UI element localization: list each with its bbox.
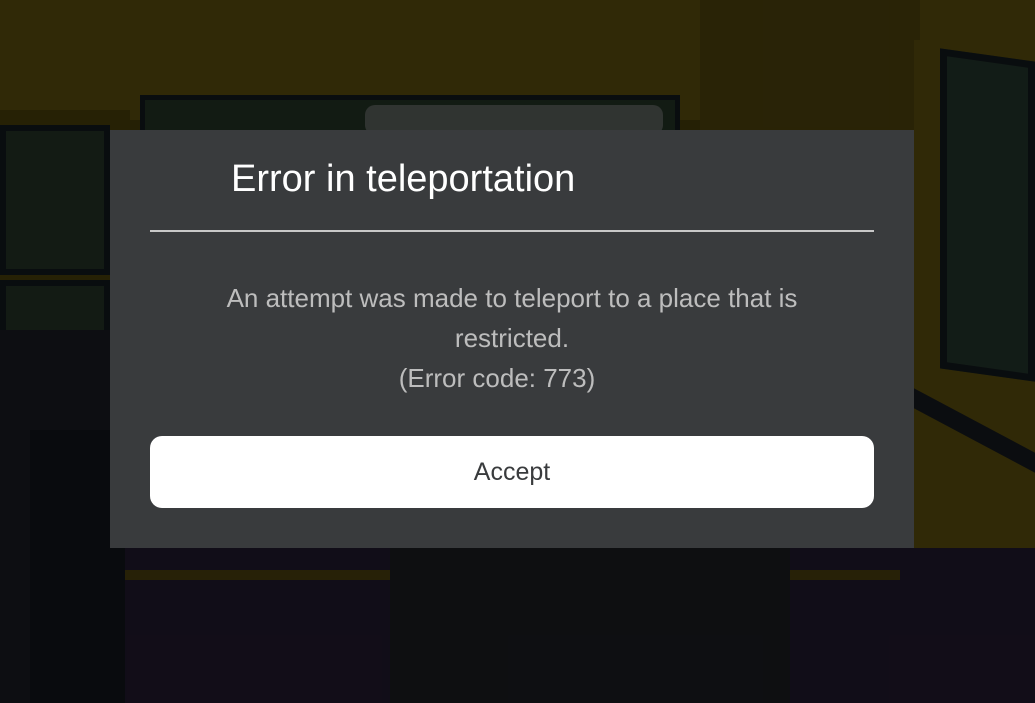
game-viewport: Error in teleportation An attempt was ma… xyxy=(0,0,1035,703)
error-message-line-2: restricted. xyxy=(454,323,570,353)
error-message: An attempt was made to teleport to a pla… xyxy=(150,278,874,398)
title-divider xyxy=(150,230,874,232)
accept-button[interactable]: Accept xyxy=(150,436,874,508)
error-code: (Error code: 773) xyxy=(398,363,596,393)
error-message-line-1: An attempt was made to teleport to a pla… xyxy=(226,283,798,313)
dialog-title: Error in teleportation xyxy=(231,158,576,200)
error-dialog: Error in teleportation An attempt was ma… xyxy=(110,130,914,548)
